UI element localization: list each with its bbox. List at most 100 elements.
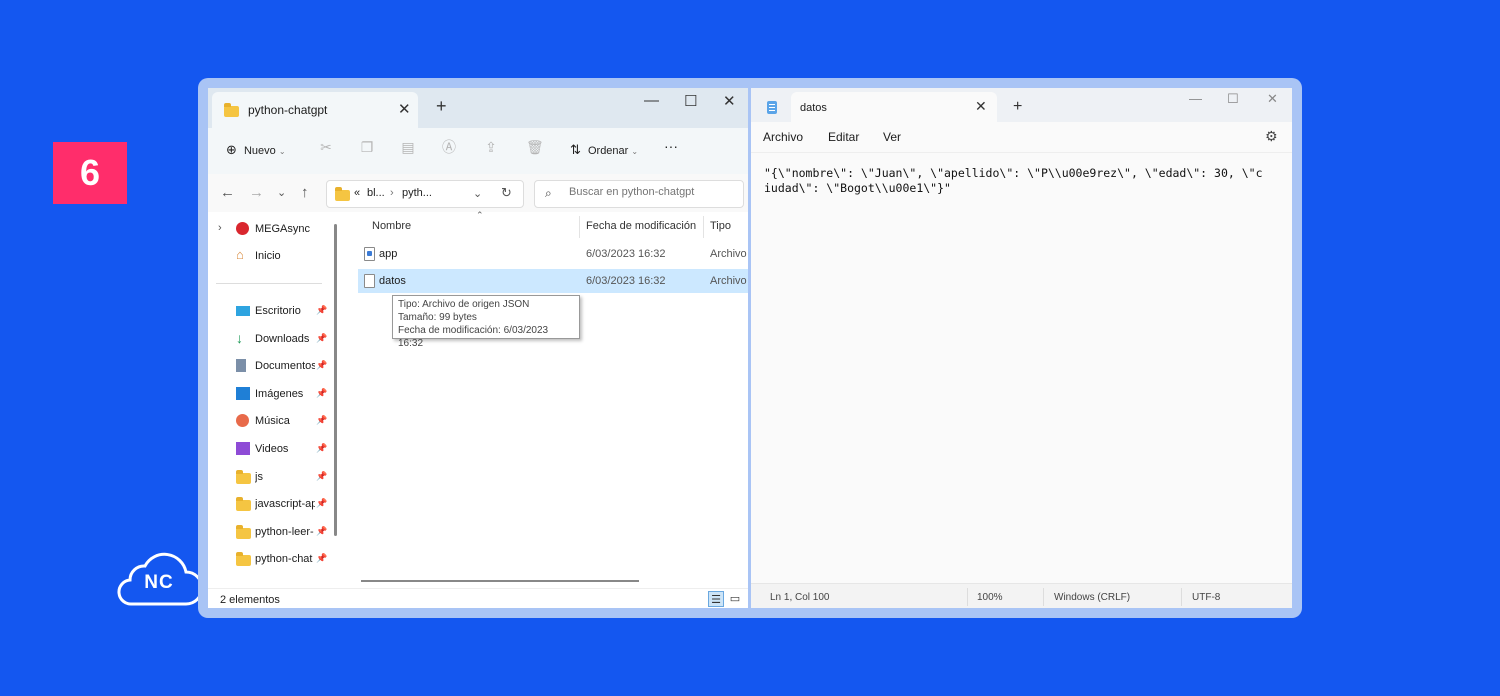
sidebar-item-videos[interactable]: Videos 📌	[208, 438, 330, 460]
menu-view[interactable]: Ver	[883, 130, 901, 144]
details-view-icon[interactable]: ☰	[708, 591, 724, 607]
close-window-button[interactable]: ✕	[723, 92, 736, 110]
sidebar-item-musica[interactable]: Música 📌	[208, 410, 330, 432]
desktop-icon	[236, 306, 250, 316]
recent-locations-icon[interactable]: ⌄	[277, 186, 286, 199]
sidebar-item-label: Videos	[255, 443, 289, 455]
menu-edit[interactable]: Editar	[828, 130, 859, 144]
paste-icon[interactable]: ▤	[401, 140, 415, 154]
up-arrow-icon[interactable]: ↑	[301, 184, 309, 201]
json-file-icon	[364, 274, 375, 288]
new-tab-button[interactable]: +	[1013, 98, 1022, 116]
column-divider[interactable]	[703, 216, 704, 238]
sidebar-item-escritorio[interactable]: Escritorio 📌	[208, 300, 330, 322]
status-divider	[1043, 588, 1044, 606]
file-row-datos[interactable]: datos 6/03/2023 16:32 Archivo	[358, 269, 748, 293]
close-window-button[interactable]: ✕	[1267, 91, 1278, 107]
notepad-titlebar: datos ✕ + — ☐ ✕	[751, 88, 1292, 122]
column-divider[interactable]	[579, 216, 580, 238]
new-tab-button[interactable]: +	[436, 96, 447, 117]
search-box[interactable]: ⌕	[534, 180, 744, 208]
sidebar-item-python-chat[interactable]: python-chat 📌	[208, 548, 330, 570]
forward-arrow-icon[interactable]: →	[249, 184, 264, 201]
breadcrumb-overflow[interactable]: «	[354, 187, 360, 199]
chevron-down-icon: ⌄	[631, 147, 639, 156]
maximize-button[interactable]: ☐	[1227, 91, 1239, 107]
maximize-button[interactable]: ☐	[684, 92, 697, 110]
sidebar-item-javascript-ap[interactable]: javascript-ap 📌	[208, 493, 330, 515]
sort-icon: ⇅	[570, 142, 581, 157]
tiles-view-icon[interactable]: ▭	[727, 591, 743, 607]
address-box[interactable]: « bl... › pyth... ⌄ ↻	[326, 180, 524, 208]
breadcrumb-item[interactable]: bl...	[367, 187, 385, 199]
pin-icon[interactable]: 📌	[316, 415, 327, 426]
pin-icon[interactable]: 📌	[316, 498, 327, 509]
pictures-icon	[236, 387, 250, 400]
text-editor[interactable]: "{\"nombre\": \"Juan\", \"apellido\": \"…	[764, 166, 1264, 196]
breadcrumb-item[interactable]: pyth...	[402, 187, 432, 199]
cut-icon[interactable]: ✂	[319, 140, 333, 154]
search-input[interactable]	[567, 185, 741, 199]
address-dropdown-icon[interactable]: ⌄	[473, 187, 482, 200]
rename-icon[interactable]: Ⓐ	[442, 140, 456, 154]
minimize-button[interactable]: —	[644, 92, 659, 109]
chevron-right-icon[interactable]: ›	[218, 222, 222, 234]
close-tab-icon[interactable]: ✕	[398, 100, 411, 118]
sidebar-item-label: MEGAsync	[255, 223, 311, 235]
refresh-icon[interactable]: ↻	[501, 185, 512, 201]
horizontal-scrollbar[interactable]	[361, 580, 639, 582]
more-options-button[interactable]: ···	[664, 138, 678, 154]
pin-icon[interactable]: 📌	[316, 333, 327, 344]
column-header-date[interactable]: Fecha de modificación	[586, 220, 696, 232]
minimize-button[interactable]: —	[1189, 91, 1202, 106]
column-header-name[interactable]: Nombre	[372, 220, 411, 232]
search-icon: ⌕	[545, 186, 552, 200]
tooltip-modified: Fecha de modificación: 6/03/2023 16:32	[398, 325, 549, 349]
notepad-menubar: Archivo Editar Ver ⚙	[751, 122, 1292, 153]
gear-icon[interactable]: ⚙	[1265, 128, 1278, 145]
notepad-tab[interactable]: datos ✕	[791, 92, 997, 122]
file-name: datos	[379, 275, 406, 287]
file-tooltip: Tipo: Archivo de origen JSON Tamaño: 99 …	[392, 295, 580, 349]
explorer-status-bar: 2 elementos ☰ ▭	[208, 588, 748, 608]
column-header-type[interactable]: Tipo	[710, 220, 731, 232]
close-tab-icon[interactable]: ✕	[975, 98, 987, 115]
new-button[interactable]: ⊕ Nuevo ⌄	[226, 142, 286, 158]
explorer-titlebar: python-chatgpt ✕ + — ☐ ✕	[208, 88, 748, 128]
sidebar-scrollbar[interactable]	[334, 224, 337, 536]
pin-icon[interactable]: 📌	[316, 553, 327, 564]
file-name: app	[379, 248, 398, 260]
back-arrow-icon[interactable]: ←	[220, 184, 235, 201]
sidebar-item-imagenes[interactable]: Imágenes 📌	[208, 383, 330, 405]
folder-icon	[236, 497, 251, 511]
sidebar-item-js[interactable]: js 📌	[208, 466, 330, 488]
pin-icon[interactable]: 📌	[316, 360, 327, 371]
pin-icon[interactable]: 📌	[316, 305, 327, 316]
sidebar-item-documentos[interactable]: Documentos 📌	[208, 355, 330, 377]
sidebar-item-label: Inicio	[255, 250, 281, 262]
pin-icon[interactable]: 📌	[316, 443, 327, 454]
sidebar-item-label: Documentos	[255, 360, 315, 372]
share-icon[interactable]: ⇪	[484, 140, 498, 154]
pin-icon[interactable]: 📌	[316, 388, 327, 399]
documents-icon	[236, 359, 246, 372]
pin-icon[interactable]: 📌	[316, 471, 327, 482]
sidebar-item-label: js	[255, 471, 263, 483]
menu-file[interactable]: Archivo	[763, 130, 803, 144]
copy-icon[interactable]: ❐	[360, 140, 374, 154]
folder-icon	[335, 187, 350, 201]
file-row-app[interactable]: app 6/03/2023 16:32 Archivo	[358, 242, 748, 266]
sidebar-item-label: Escritorio	[255, 305, 301, 317]
sidebar-item-downloads[interactable]: ↓ Downloads 📌	[208, 328, 330, 350]
status-divider	[1181, 588, 1182, 606]
sidebar-item-megasync[interactable]: › MEGAsync	[208, 218, 330, 240]
sidebar-item-python-leer[interactable]: python-leer- 📌	[208, 521, 330, 543]
download-icon: ↓	[236, 330, 243, 346]
tooltip-size: Tamaño: 99 bytes	[398, 312, 477, 323]
sort-button[interactable]: ⇅ Ordenar ⌄	[570, 142, 638, 158]
delete-icon[interactable]: 🗑	[526, 140, 544, 154]
explorer-tab[interactable]: python-chatgpt ✕	[212, 92, 418, 128]
sidebar-item-inicio[interactable]: ⌂ Inicio	[208, 245, 330, 267]
pin-icon[interactable]: 📌	[316, 526, 327, 537]
explorer-tab-title: python-chatgpt	[248, 103, 328, 117]
